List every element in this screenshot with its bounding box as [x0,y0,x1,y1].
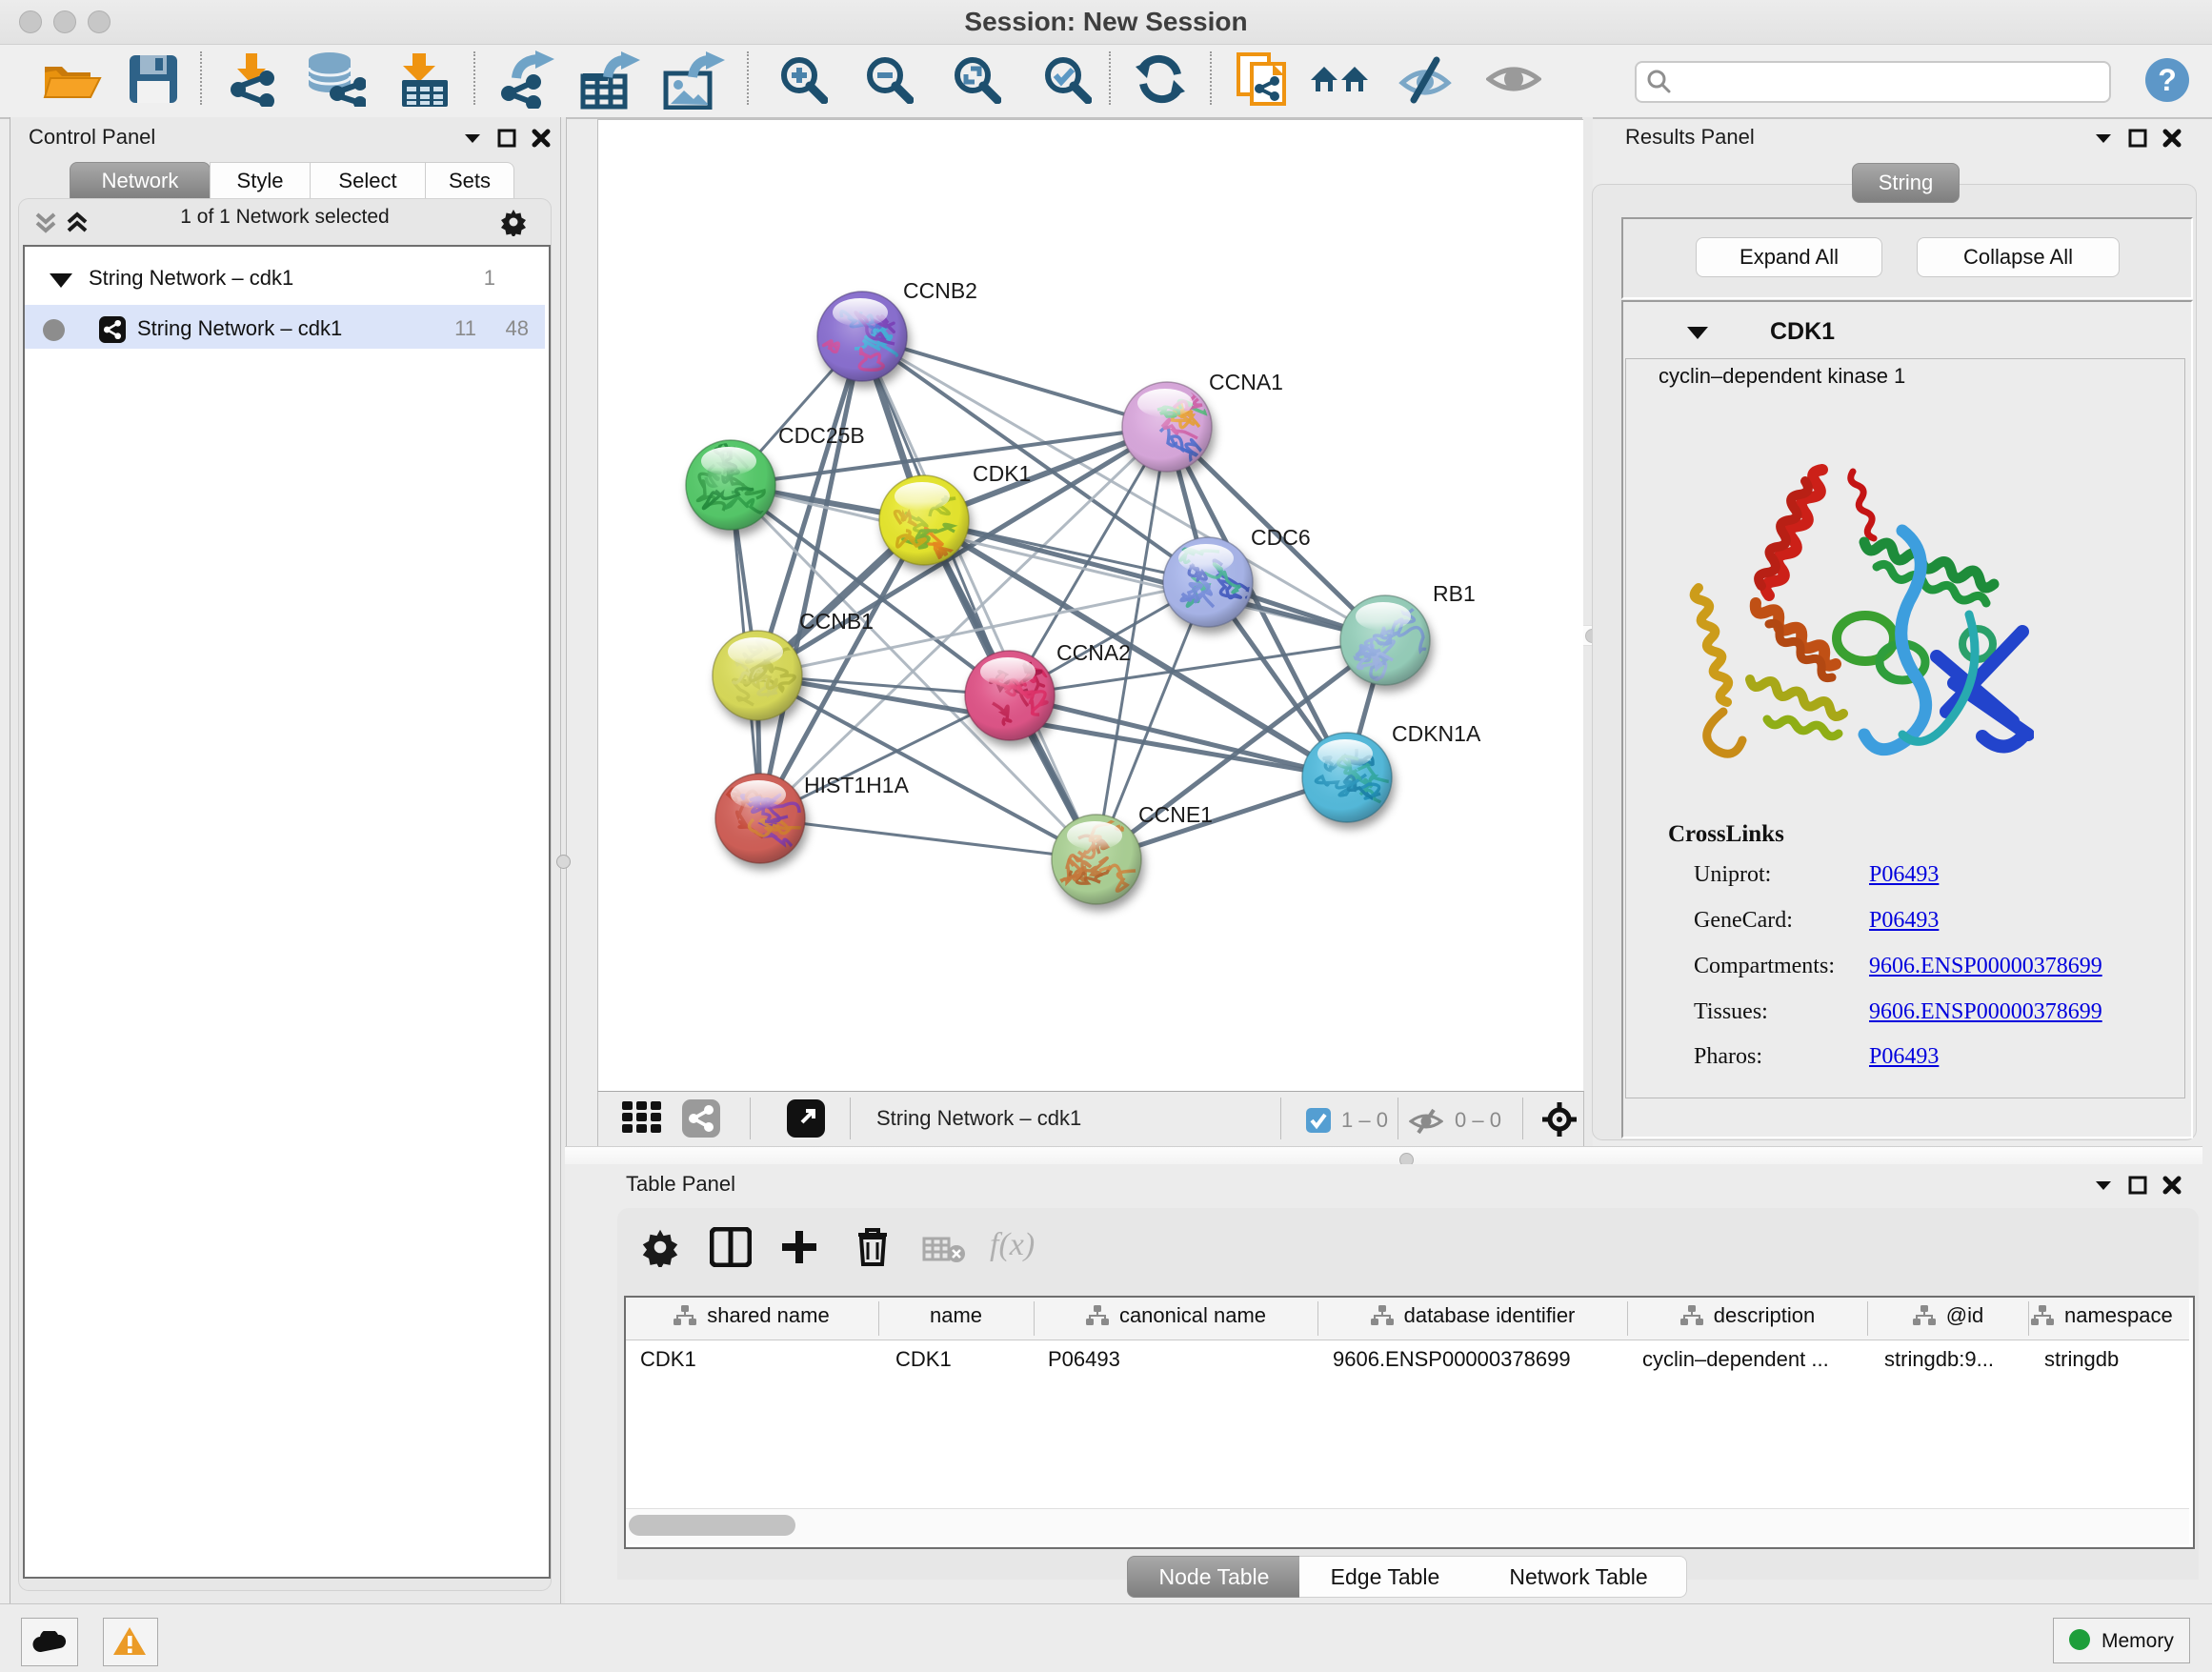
svg-text:CDC6: CDC6 [1251,525,1311,550]
svg-text:RB1: RB1 [1433,581,1476,606]
svg-text:CDC25B: CDC25B [778,423,865,448]
svg-text:CDK1: CDK1 [973,461,1031,486]
svg-text:CCNE1: CCNE1 [1138,802,1213,827]
svg-text:CCNA1: CCNA1 [1209,370,1283,394]
svg-text:CDKN1A: CDKN1A [1392,721,1481,746]
svg-text:CCNB2: CCNB2 [903,278,977,303]
svg-text:HIST1H1A: HIST1H1A [804,773,910,797]
svg-text:CCNB1: CCNB1 [799,609,874,634]
svg-text:CCNA2: CCNA2 [1056,640,1131,665]
